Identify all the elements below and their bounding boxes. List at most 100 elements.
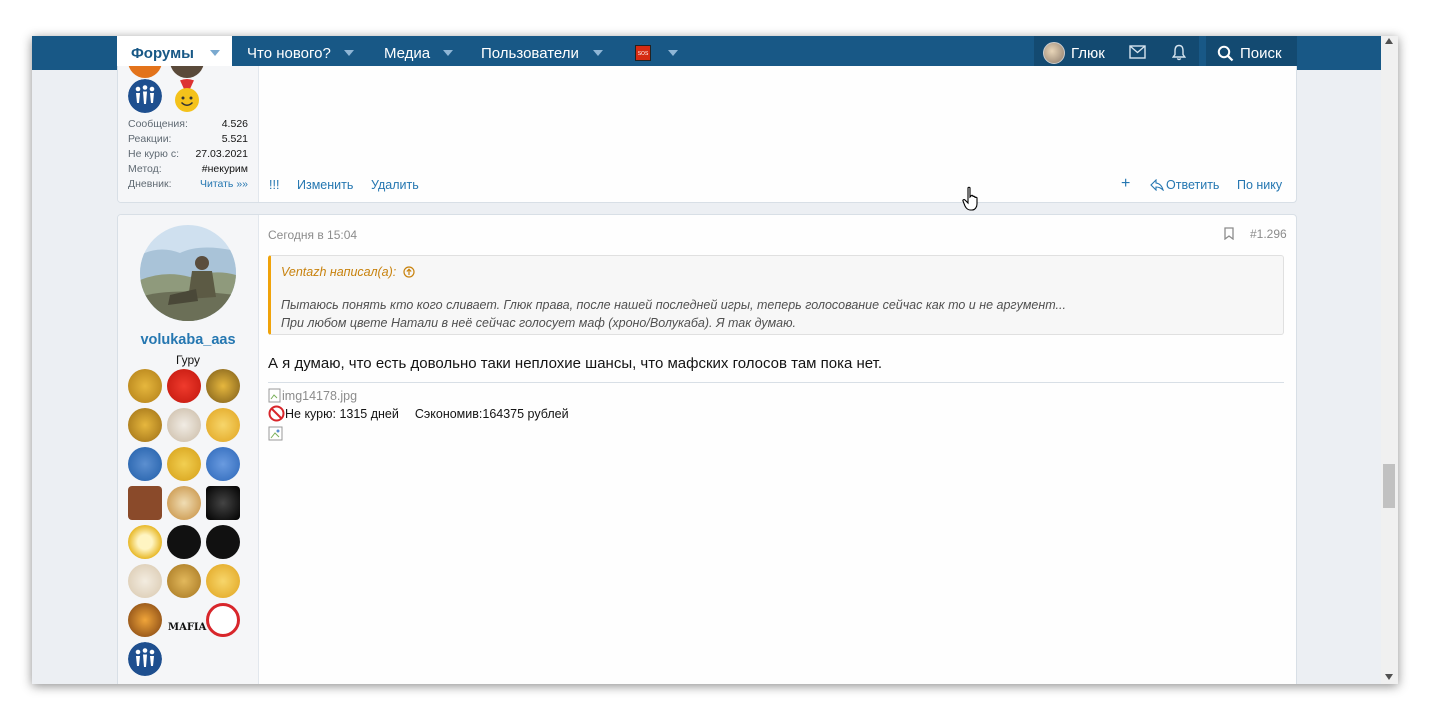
- stat-method: Метод: #некурим: [128, 163, 248, 178]
- post-number[interactable]: #1.296: [1250, 227, 1287, 241]
- quote-line: Пытаюсь понять кто кого сливает. Глюк пр…: [281, 298, 1066, 312]
- stat-messages: Сообщения: 4.526: [128, 118, 248, 133]
- smiley-medal-icon: [175, 79, 199, 112]
- message-text: А я думаю, что есть довольно таки неплох…: [268, 355, 883, 372]
- no-drinking-icon: [206, 603, 240, 637]
- account-link[interactable]: Глюк: [1043, 42, 1105, 64]
- diary-link[interactable]: Читать »»: [200, 178, 248, 190]
- chevron-down-icon[interactable]: [343, 50, 354, 56]
- arrow-up-circle-icon: [403, 266, 415, 278]
- tab-forums-label: Форумы: [131, 44, 194, 62]
- award-icon: [206, 525, 240, 559]
- search-button[interactable]: Поиск: [1206, 36, 1297, 70]
- reply-icon: [1150, 179, 1164, 191]
- tab-whats-new[interactable]: Что нового?: [247, 36, 354, 70]
- award-icon: [206, 447, 240, 481]
- award-icon: [167, 369, 201, 403]
- browser-window: Форумы Что нового? Медиа Пользователи SO…: [32, 36, 1398, 684]
- post-user-sidebar: volukaba_aas Гуру MAFIA: [118, 215, 259, 684]
- stat-key: Дневник:: [128, 178, 172, 190]
- user-stats: Сообщения: 4.526 Реакции: 5.521 Не курю с:…: [128, 118, 248, 193]
- account-username: Глюк: [1071, 44, 1105, 62]
- stat-reactions: Реакции: 5.521: [128, 133, 248, 148]
- broken-image-icon: [268, 426, 283, 441]
- image-alt-text: img14178.jpg: [282, 389, 358, 403]
- post-previous: Сообщения: 4.526 Реакции: 5.521 Не курю с:…: [117, 66, 1297, 203]
- people-award-icon: [128, 79, 162, 113]
- mail-icon[interactable]: [1129, 45, 1146, 59]
- bookmark-icon[interactable]: [1224, 227, 1234, 240]
- money-saved: Сэкономив:164375 рублей: [414, 406, 569, 421]
- top-navbar: Форумы Что нового? Медиа Пользователи SO…: [32, 36, 1381, 70]
- edit-link[interactable]: Изменить: [297, 178, 353, 192]
- quote-text: Пытаюсь понять кто кого сливает. Глюк пр…: [281, 296, 1066, 332]
- broken-image: img14178.jpg: [268, 388, 357, 404]
- scroll-up-arrow-icon[interactable]: [1385, 38, 1393, 44]
- scrollbar-thumb[interactable]: [1383, 464, 1395, 508]
- tab-forums[interactable]: Форумы: [117, 36, 232, 70]
- mafia-icon: MAFIA: [168, 622, 207, 633]
- mark-link[interactable]: !!!: [269, 178, 279, 192]
- tab-sos[interactable]: SOS: [635, 36, 678, 70]
- award-icon: [128, 564, 162, 598]
- user-avatar[interactable]: [140, 225, 236, 321]
- quote-line: При любом цвете Натали в неё сейчас голо…: [281, 316, 796, 330]
- tab-media-label: Медиа: [384, 44, 431, 62]
- award-icon: [167, 525, 201, 559]
- award-icon: [167, 408, 201, 442]
- broken-image-icon: [268, 388, 281, 403]
- stat-value: 27.03.2021: [195, 148, 248, 160]
- bell-icon[interactable]: [1172, 44, 1186, 61]
- hand-cursor-icon: [962, 186, 978, 211]
- stat-key: Не курю с:: [128, 148, 179, 160]
- post-user-sidebar: Сообщения: 4.526 Реакции: 5.521 Не курю с:…: [118, 66, 259, 202]
- tab-users[interactable]: Пользователи: [481, 36, 603, 70]
- stat-value: #некурим: [201, 163, 248, 175]
- award-icon: [128, 66, 162, 78]
- wheel-icon: [128, 603, 162, 637]
- medal-icon: [206, 408, 240, 442]
- tab-media[interactable]: Медиа: [384, 36, 454, 70]
- stat-quit-date: Не курю с: 27.03.2021: [128, 148, 248, 163]
- quote-author: Ventazh написал(а):: [281, 265, 397, 279]
- multiquote-button[interactable]: +: [1121, 175, 1130, 193]
- chevron-down-icon[interactable]: [592, 50, 603, 56]
- award-icon: [128, 369, 162, 403]
- stat-key: Метод:: [128, 163, 162, 175]
- page-scrollbar[interactable]: [1381, 36, 1398, 684]
- stat-key: Реакции:: [128, 133, 172, 145]
- scroll-down-arrow-icon[interactable]: [1385, 674, 1393, 680]
- award-icon: [128, 447, 162, 481]
- award-icon: [170, 66, 204, 78]
- user-menu: Глюк: [1034, 36, 1199, 70]
- search-icon: [1217, 45, 1234, 61]
- stat-diary: Дневник: Читать »»: [128, 178, 248, 193]
- signature-divider: [268, 382, 1284, 383]
- chevron-down-icon[interactable]: [210, 50, 220, 56]
- post-message: volukaba_aas Гуру MAFIA Сегодня в 15:04 …: [117, 214, 1297, 684]
- suitcase-icon: [128, 486, 162, 520]
- search-label: Поиск: [1240, 44, 1282, 62]
- post-username[interactable]: volukaba_aas: [118, 332, 258, 348]
- stat-value: 4.526: [221, 118, 248, 130]
- post-time[interactable]: Сегодня в 15:04: [268, 228, 357, 242]
- not-smoking-days: Не курю: 1315 дней: [285, 406, 399, 421]
- chevron-down-icon[interactable]: [668, 50, 678, 56]
- award-icon: [167, 447, 201, 481]
- tab-whats-new-label: Что нового?: [247, 44, 331, 62]
- avatar: [1043, 42, 1065, 64]
- no-smoking-counter: Не курю: 1315 дней Сэкономив:164375 рубл…: [268, 405, 569, 422]
- chevron-down-icon[interactable]: [443, 50, 454, 56]
- stat-key: Сообщения:: [128, 118, 188, 130]
- award-icon: [167, 486, 201, 520]
- tab-users-label: Пользователи: [481, 44, 579, 62]
- reply-button[interactable]: Ответить: [1150, 178, 1219, 192]
- quote-header[interactable]: Ventazh написал(а):: [281, 265, 415, 279]
- medal-icon: [206, 564, 240, 598]
- delete-link[interactable]: Удалить: [371, 178, 419, 192]
- people-award-icon: [128, 642, 162, 676]
- reply-label: Ответить: [1166, 178, 1220, 192]
- by-nick-link[interactable]: По нику: [1237, 178, 1282, 192]
- owl-award-icon: [206, 369, 240, 403]
- flower-icon: [128, 525, 162, 559]
